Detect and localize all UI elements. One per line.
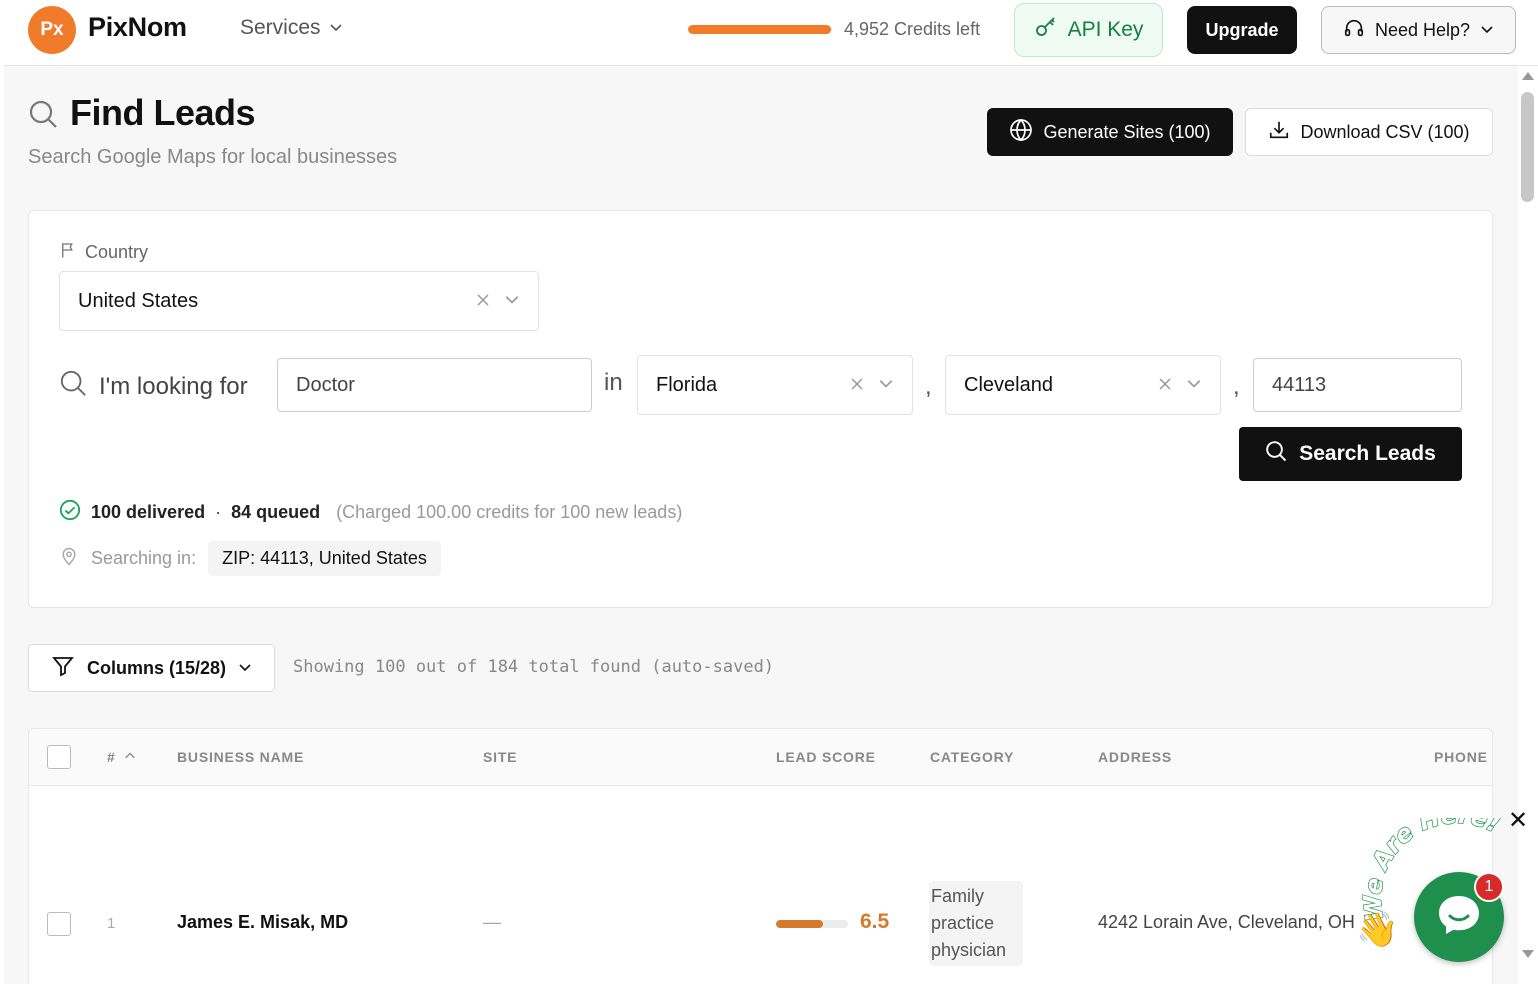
api-key-label: API Key (1067, 18, 1144, 41)
chevron-down-icon[interactable] (504, 290, 520, 313)
credits-text: 4,952 Credits left (844, 19, 981, 39)
search-icon (1265, 440, 1287, 468)
comma-separator: , (925, 373, 932, 400)
address-value: 4242 Lorain Ave, Cleveland, OH (1098, 912, 1355, 932)
column-header-category[interactable]: CATEGORY (930, 749, 1014, 765)
looking-for-text: I'm looking for (99, 372, 248, 400)
row-checkbox[interactable] (47, 912, 71, 936)
status-dot: · (215, 502, 222, 522)
download-icon (1268, 119, 1290, 146)
lead-score-bar (776, 920, 848, 928)
key-icon (1034, 15, 1058, 45)
scroll-thumb[interactable] (1521, 92, 1534, 202)
leads-table: # BUSINESS NAME SITE LEAD SCORE CATEGORY… (28, 728, 1493, 984)
map-pin-icon (59, 546, 79, 571)
globe-icon (1009, 118, 1033, 147)
in-word: in (604, 369, 623, 396)
search-leads-label: Search Leads (1299, 442, 1436, 465)
comma-separator: , (1233, 373, 1240, 400)
searching-location: Searching in: ZIP: 44113, United States (59, 541, 441, 576)
category-chip: Family practice physician (929, 881, 1023, 966)
search-icon (28, 99, 58, 134)
column-header-business[interactable]: BUSINESS NAME (177, 749, 304, 765)
chevron-down-icon[interactable] (1186, 374, 1202, 397)
city-select[interactable]: Cleveland (945, 355, 1221, 415)
services-label: Services (240, 16, 321, 39)
chevron-down-icon (329, 16, 343, 40)
business-type-input[interactable]: Doctor (277, 358, 592, 412)
location-chip: ZIP: 44113, United States (208, 541, 441, 576)
state-select[interactable]: Florida (637, 355, 913, 415)
services-menu[interactable]: Services (240, 16, 343, 40)
delivered-count: 100 delivered (91, 502, 206, 522)
select-all-checkbox[interactable] (47, 745, 71, 769)
credits-progress-fill (688, 25, 831, 34)
columns-label: Columns (15/28) (86, 657, 227, 678)
chevron-down-icon (238, 658, 252, 679)
generate-sites-button[interactable]: Generate Sites (100) (987, 108, 1233, 156)
columns-button[interactable]: Columns (15/28) (28, 644, 275, 692)
column-header-number[interactable]: # (107, 749, 136, 765)
chevron-down-icon[interactable] (878, 374, 894, 397)
chevron-up-icon (124, 749, 136, 765)
api-key-button[interactable]: API Key (1014, 3, 1163, 57)
searching-label: Searching in: (91, 548, 197, 568)
looking-for-label: I'm looking for (59, 369, 248, 404)
delivery-status: 100 delivered · 84 queued (Charged 100.0… (59, 499, 682, 526)
search-card: Country United States I'm looking for Do… (28, 210, 1493, 608)
queued-count: 84 queued (231, 502, 321, 522)
need-help-button[interactable]: Need Help? (1321, 6, 1516, 54)
country-select[interactable]: United States (59, 271, 539, 331)
credits-progress (688, 25, 832, 34)
results-summary: Showing 100 out of 184 total found (auto… (293, 657, 775, 677)
waving-hand-icon: 👋 (1356, 911, 1399, 949)
headphones-icon (1343, 17, 1365, 44)
clear-icon[interactable] (476, 290, 490, 313)
brand-name[interactable]: PixNom (88, 12, 187, 43)
column-header-phone[interactable]: PHONE (1434, 749, 1488, 765)
search-leads-button[interactable]: Search Leads (1239, 427, 1462, 481)
top-bar: Px PixNom Services 4,952 Credits left AP… (4, 0, 1538, 66)
business-name[interactable]: James E. Misak, MD (177, 912, 348, 933)
need-help-label: Need Help? (1374, 19, 1471, 40)
country-label: Country (59, 241, 148, 264)
category-text: Family practice physician (931, 886, 1007, 960)
charged-note: (Charged 100.00 credits for 100 new lead… (336, 502, 683, 522)
zip-input[interactable]: 44113 (1253, 358, 1462, 412)
city-select-value: Cleveland (964, 373, 1053, 396)
lead-score-bar-fill (776, 920, 823, 928)
scroll-up-arrow-icon[interactable] (1522, 72, 1534, 80)
search-icon (59, 369, 87, 404)
scroll-down-arrow-icon[interactable] (1522, 950, 1534, 958)
column-header-number-label: # (107, 749, 116, 765)
upgrade-button[interactable]: Upgrade (1187, 6, 1297, 54)
table-header: # BUSINESS NAME SITE LEAD SCORE CATEGORY… (29, 729, 1492, 786)
clear-icon[interactable] (850, 374, 864, 397)
site-value: — (483, 912, 501, 932)
column-header-site[interactable]: SITE (483, 749, 517, 765)
download-csv-label: Download CSV (100) (1300, 121, 1470, 142)
country-select-value: United States (78, 289, 199, 312)
logo-badge[interactable]: Px (28, 6, 76, 54)
column-header-address[interactable]: ADDRESS (1098, 749, 1172, 765)
page-title: Find Leads (70, 92, 256, 133)
chat-bubble-icon (1434, 890, 1484, 945)
chevron-down-icon (1480, 20, 1494, 41)
main-content: Find Leads Search Google Maps for local … (4, 66, 1518, 984)
country-label-text: Country (85, 242, 149, 262)
clear-icon[interactable] (1158, 374, 1172, 397)
page-subtitle: Search Google Maps for local businesses (28, 146, 398, 168)
download-csv-button[interactable]: Download CSV (100) (1245, 108, 1493, 156)
row-number: 1 (107, 915, 116, 932)
lead-score-value: 6.5 (860, 910, 890, 933)
flag-icon (59, 241, 77, 264)
column-header-score[interactable]: LEAD SCORE (776, 749, 876, 765)
filter-icon (51, 654, 75, 683)
chat-notification-badge: 1 (1474, 872, 1504, 902)
check-circle-icon (59, 499, 81, 526)
state-select-value: Florida (656, 373, 718, 396)
generate-sites-label: Generate Sites (100) (1043, 121, 1211, 142)
